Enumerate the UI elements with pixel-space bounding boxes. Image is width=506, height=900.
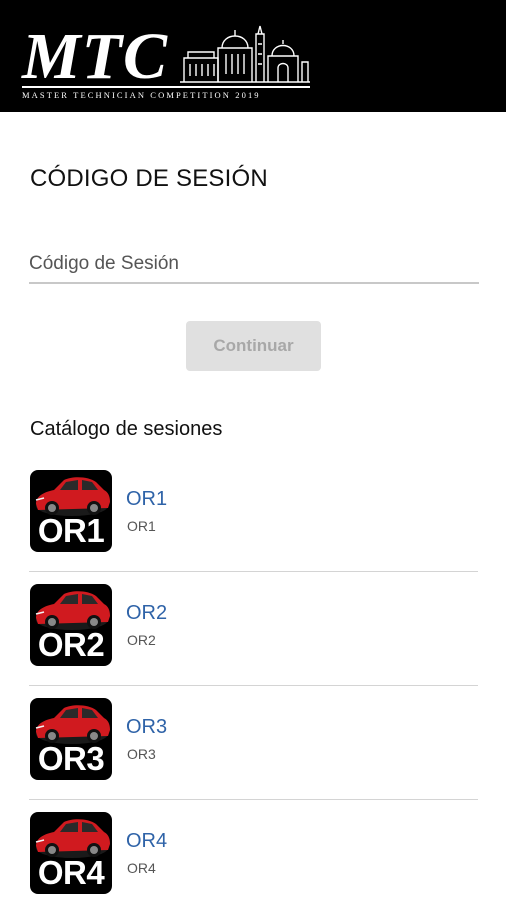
thumbnail-label: OR2 — [37, 626, 105, 663]
continue-button[interactable]: Continuar — [186, 321, 321, 371]
session-item-or4[interactable]: OR4 OR4 OR4 — [0, 800, 506, 900]
session-item-or2[interactable]: OR2 OR2 OR2 — [0, 572, 506, 686]
app-header: MTC MASTER TECHNICIAN COMPETITION 2019 — [0, 0, 506, 112]
thumbnail-label: OR4 — [37, 854, 105, 891]
session-title-link[interactable]: OR4 — [126, 830, 167, 853]
session-thumbnail: OR1 — [30, 470, 112, 552]
session-code-input[interactable] — [29, 246, 479, 284]
logo-mtc-text: MTC — [22, 20, 169, 93]
thumbnail-label: OR3 — [37, 740, 105, 777]
thumbnail-label: OR1 — [37, 512, 105, 549]
session-title-link[interactable]: OR2 — [126, 602, 167, 625]
session-item-or1[interactable]: OR1 OR1 OR1 — [0, 458, 506, 572]
session-thumbnail: OR3 — [30, 698, 112, 780]
logo-underline — [22, 86, 310, 88]
session-subtitle: OR1 — [127, 518, 156, 534]
session-list: OR1 OR1 OR1 OR2 OR2 OR2 OR3 OR3 OR3 OR4 … — [0, 458, 506, 900]
session-title-link[interactable]: OR3 — [126, 716, 167, 739]
session-subtitle: OR3 — [127, 746, 156, 762]
catalog-title: Catálogo de sesiones — [30, 418, 223, 440]
session-subtitle: OR2 — [127, 632, 156, 648]
building-logo-icon — [180, 25, 310, 83]
session-thumbnail: OR4 — [30, 812, 112, 894]
session-title-link[interactable]: OR1 — [126, 488, 167, 511]
page-title: CÓDIGO DE SESIÓN — [30, 165, 268, 192]
session-thumbnail: OR2 — [30, 584, 112, 666]
session-item-or3[interactable]: OR3 OR3 OR3 — [0, 686, 506, 800]
session-subtitle: OR4 — [127, 860, 156, 876]
logo-subtitle: MASTER TECHNICIAN COMPETITION 2019 — [22, 90, 261, 100]
